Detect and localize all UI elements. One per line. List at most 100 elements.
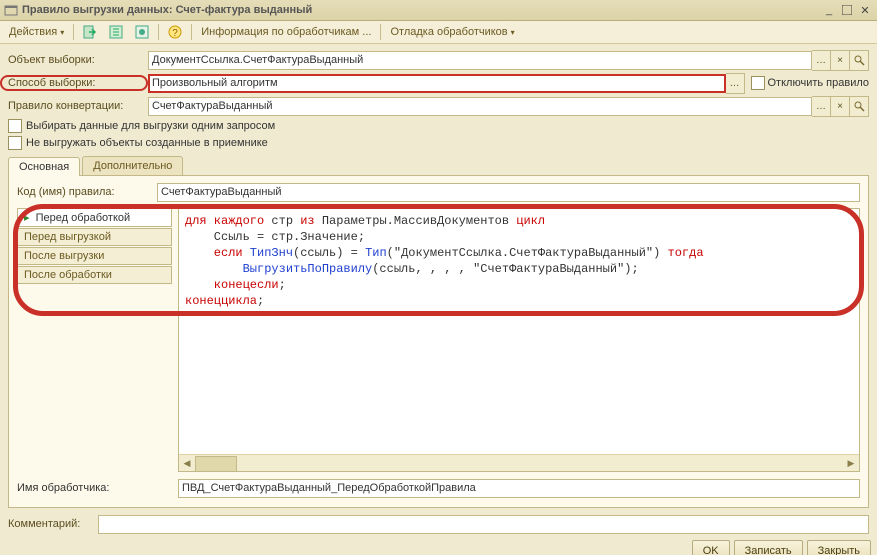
- comment-row: Комментарий:: [8, 514, 869, 534]
- t: из: [300, 214, 314, 228]
- t: цикл: [516, 214, 545, 228]
- separator: [73, 24, 74, 40]
- object-row: Объект выборки: ДокументСсылка.СчетФакту…: [8, 50, 869, 70]
- window-icon: [4, 3, 18, 17]
- button-row: OK Записать Закрыть: [0, 537, 877, 555]
- actions-label: Действия: [9, 26, 57, 38]
- ellipsis-button[interactable]: …: [726, 73, 745, 94]
- skip-receiver-checkbox[interactable]: [8, 136, 22, 150]
- separator: [380, 24, 381, 40]
- rule-code-input[interactable]: СчетФактураВыданный: [157, 183, 860, 202]
- lookup-button[interactable]: [850, 96, 869, 117]
- t: если: [185, 246, 243, 260]
- side-tab-label: Перед обработкой: [36, 212, 131, 224]
- single-query-label: Выбирать данные для выгрузки одним запро…: [26, 120, 275, 132]
- handler-row: Имя обработчика: ПВД_СчетФактураВыданный…: [17, 478, 860, 498]
- code-area: для каждого стр из Параметры.МассивДокум…: [178, 208, 860, 472]
- comment-input[interactable]: [98, 515, 869, 534]
- t: Тип: [365, 246, 387, 260]
- t: ВыгрузитьПоПравилу: [185, 262, 372, 276]
- rule-input[interactable]: СчетФактураВыданный: [148, 97, 812, 116]
- minimize-button[interactable]: _: [821, 3, 837, 17]
- method-label: Способ выборки:: [0, 75, 148, 91]
- t: стр: [264, 214, 300, 228]
- info-button[interactable]: Информация по обработчикам ...: [196, 23, 376, 41]
- debug-menu[interactable]: Отладка обработчиков ▾: [385, 23, 519, 41]
- handler-label: Имя обработчика:: [17, 482, 172, 494]
- side-tabs: ▸ Перед обработкой Перед выгрузкой После…: [17, 208, 172, 472]
- close-form-button[interactable]: Закрыть: [807, 540, 871, 555]
- t: Ссыль = стр.Значение;: [185, 230, 365, 244]
- skip-receiver-label: Не выгружать объекты созданные в приемни…: [26, 137, 268, 149]
- svg-text:?: ?: [172, 28, 178, 39]
- t: конеццикла: [185, 294, 257, 308]
- info-label: Информация по обработчикам ...: [201, 26, 371, 38]
- arrow-icon: ▸: [24, 212, 30, 224]
- method-row: Способ выборки: Произвольный алгоритм … …: [8, 73, 869, 93]
- clear-button[interactable]: ×: [831, 50, 850, 71]
- rule-code-label: Код (имя) правила:: [17, 186, 157, 198]
- close-button[interactable]: ✕: [857, 3, 873, 17]
- tab-additional[interactable]: Дополнительно: [82, 156, 183, 175]
- side-tab-after-upload[interactable]: После выгрузки: [17, 247, 172, 265]
- t: Параметры.МассивДокументов: [315, 214, 517, 228]
- actions-menu[interactable]: Действия ▾: [4, 23, 69, 41]
- rule-code-row: Код (имя) правила: СчетФактураВыданный: [17, 182, 860, 202]
- separator: [158, 24, 159, 40]
- side-tab-before-upload[interactable]: Перед выгрузкой: [17, 228, 172, 246]
- t: (ссыль): [293, 246, 343, 260]
- ellipsis-button[interactable]: …: [812, 96, 831, 117]
- content: Объект выборки: ДокументСсылка.СчетФакту…: [0, 44, 877, 534]
- scroll-left-icon[interactable]: ◀: [179, 455, 195, 471]
- tab-main-body: Код (имя) правила: СчетФактураВыданный ▸…: [8, 176, 869, 508]
- t: тогда: [668, 246, 704, 260]
- comment-label: Комментарий:: [8, 518, 98, 530]
- ok-button[interactable]: OK: [692, 540, 730, 555]
- t: "СчетФактураВыданный": [473, 262, 624, 276]
- lookup-button[interactable]: [850, 50, 869, 71]
- save-button[interactable]: Записать: [734, 540, 803, 555]
- side-tab-before-proc[interactable]: ▸ Перед обработкой: [17, 208, 172, 227]
- side-tab-after-proc[interactable]: После обработки: [17, 266, 172, 284]
- disable-rule-checkbox[interactable]: [751, 76, 765, 90]
- maximize-button[interactable]: [839, 3, 855, 17]
- t: (ссыль, , , ,: [372, 262, 473, 276]
- ellipsis-button[interactable]: …: [812, 50, 831, 71]
- chevron-down-icon: ▾: [60, 28, 64, 37]
- rule-label: Правило конвертации:: [8, 100, 148, 112]
- disable-rule-label: Отключить правило: [768, 77, 870, 89]
- t: ("ДокументСсылка.СчетФактураВыданный"): [387, 246, 668, 260]
- tb-icon-1[interactable]: [78, 23, 102, 41]
- single-query-checkbox[interactable]: [8, 119, 22, 133]
- tabs-bar: Основная Дополнительно: [8, 156, 869, 176]
- rule-row: Правило конвертации: СчетФактураВыданный…: [8, 96, 869, 116]
- handler-input[interactable]: ПВД_СчетФактураВыданный_ПередОбработкойП…: [178, 479, 860, 498]
- object-input[interactable]: ДокументСсылка.СчетФактураВыданный: [148, 51, 812, 70]
- chevron-down-icon: ▾: [511, 28, 515, 37]
- code-editor[interactable]: для каждого стр из Параметры.МассивДокум…: [179, 209, 859, 454]
- scroll-right-icon[interactable]: ▶: [843, 455, 859, 471]
- t: конецесли: [185, 278, 279, 292]
- toolbar: Действия ▾ ? Информация по обработчикам …: [0, 21, 877, 44]
- method-input[interactable]: Произвольный алгоритм: [148, 74, 726, 93]
- t: ТипЗнч: [243, 246, 293, 260]
- scroll-track[interactable]: [195, 455, 843, 471]
- separator: [191, 24, 192, 40]
- window-title: Правило выгрузки данных: Счет-фактура вы…: [22, 4, 819, 16]
- single-query-row: Выбирать данные для выгрузки одним запро…: [8, 119, 869, 133]
- t: ;: [279, 278, 286, 292]
- clear-button[interactable]: ×: [831, 96, 850, 117]
- h-scrollbar[interactable]: ◀ ▶: [179, 454, 859, 471]
- t: для каждого: [185, 214, 264, 228]
- t: );: [624, 262, 638, 276]
- t: =: [343, 246, 365, 260]
- tab-main[interactable]: Основная: [8, 157, 80, 176]
- tb-icon-3[interactable]: [130, 23, 154, 41]
- tb-icon-2[interactable]: [104, 23, 128, 41]
- object-label: Объект выборки:: [8, 54, 148, 66]
- t: ;: [257, 294, 264, 308]
- debug-label: Отладка обработчиков: [390, 26, 507, 38]
- skip-receiver-row: Не выгружать объекты созданные в приемни…: [8, 136, 869, 150]
- scroll-thumb[interactable]: [195, 456, 237, 472]
- help-button[interactable]: ?: [163, 23, 187, 41]
